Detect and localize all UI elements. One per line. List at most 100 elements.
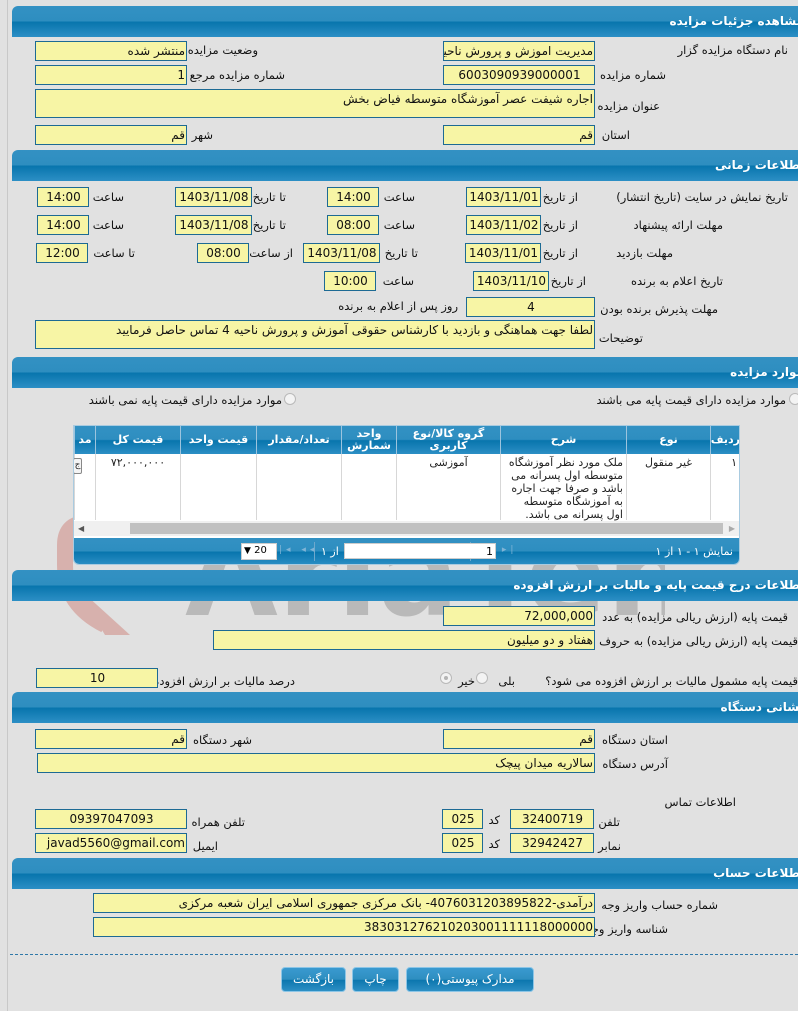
scroll-left-arrow-icon[interactable]: ◀ [78, 524, 84, 533]
publish-from-time-label: ساعت [383, 190, 415, 204]
auction-title-field[interactable]: اجاره شیفت عصر آموزشگاه متوسطه فیاض بخش [35, 89, 595, 118]
contact-info-label: اطلاعات تماس [664, 795, 736, 809]
publish-date-label: تاریخ نمایش در سایت (تاریخ انتشار) [616, 190, 788, 204]
announce-time-field[interactable]: 10:00 [324, 271, 376, 291]
accept-days-suffix: روز پس از اعلام به برنده [338, 299, 458, 313]
publish-from-date-field[interactable]: 1403/11/01 [466, 187, 541, 207]
phone-label: تلفن [598, 815, 620, 829]
col-header-quantity[interactable]: تعداد/مقدار [256, 426, 341, 454]
pager-of-label: از ۱ [321, 545, 339, 558]
col-header-unit-price[interactable]: قیمت واحد [180, 426, 256, 454]
city-label: شهر [191, 128, 213, 142]
cell-description: ملک مورد نظر آموزشگاه متوسطه اول پسرانه … [500, 454, 626, 521]
pager-page-input[interactable]: 1 [344, 543, 496, 559]
mobile-field[interactable]: 09397047093 [35, 809, 187, 829]
vat-no-radio[interactable] [440, 672, 452, 684]
org-city-label: شهر دستگاه [192, 733, 252, 747]
status-field[interactable]: منتشر شده [35, 41, 187, 61]
org-address-field[interactable]: سالاریه میدان پیچک [37, 753, 595, 773]
vat-yes-label: بلی [498, 674, 515, 688]
offer-to-time-field[interactable]: 14:00 [37, 215, 89, 235]
offer-deadline-label: مهلت ارائه پیشنهاد [633, 218, 723, 232]
section-header-details: مشاهده جزئیات مزایده [12, 6, 798, 37]
announce-date-field[interactable]: 1403/11/10 [473, 271, 549, 291]
ref-number-label: شماره مزایده مرجع [189, 68, 285, 82]
cell-unit-price [180, 454, 256, 520]
ref-number-field[interactable]: 1 [35, 65, 187, 85]
phone-field[interactable]: 32400719 [510, 809, 594, 829]
section-header-account: اطلاعات حساب [12, 858, 798, 889]
publish-to-time-field[interactable]: 14:00 [37, 187, 89, 207]
province-field[interactable]: قم [443, 125, 595, 145]
fax-code-label: کد [488, 837, 500, 851]
cell-quantity [256, 454, 341, 520]
fax-field[interactable]: 32942427 [510, 833, 594, 853]
visit-to-date-field[interactable]: 1403/11/08 [303, 243, 380, 263]
cell-unit [341, 454, 396, 520]
col-header-row[interactable]: ردیف [710, 426, 739, 454]
accept-days-field[interactable]: 4 [466, 297, 595, 317]
scroll-right-arrow-icon[interactable]: ▶ [729, 524, 735, 533]
attachments-button[interactable]: مدارک پیوستی(۰) [406, 967, 534, 992]
print-button[interactable]: چاپ [352, 967, 399, 992]
fax-label: نمابر [598, 839, 621, 853]
cell-total-price: ۷۲,۰۰۰,۰۰۰ [95, 454, 180, 520]
page-size-value: 20 [254, 545, 267, 556]
org-name-label: نام دستگاه مزایده گزار [677, 43, 788, 57]
notes-field[interactable]: لطفا جهت هماهنگی و بازدید با کارشناس حقو… [35, 320, 595, 349]
org-name-field[interactable]: مدیریت اموزش و پرورش ناحیه 4 [443, 41, 595, 61]
publish-to-date-field[interactable]: 1403/11/08 [175, 187, 252, 207]
base-price-words-field[interactable]: هفتاد و دو میلیون [213, 630, 595, 650]
offer-from-date-field[interactable]: 1403/11/02 [466, 215, 541, 235]
back-button[interactable]: بازگشت [281, 967, 346, 992]
pager-page-size-select[interactable]: ▼ 20 [241, 543, 277, 560]
city-field[interactable]: قم [35, 125, 187, 145]
cell-group: آموزشی [396, 454, 500, 520]
section-header-address: نشانی دستگاه [12, 692, 798, 723]
offer-from-time-label: ساعت [383, 218, 415, 232]
offer-to-date-field[interactable]: 1403/11/08 [175, 215, 252, 235]
publish-from-label: از تاریخ [542, 190, 578, 204]
col-header-group[interactable]: گروه کالا/نوع کاربری [396, 426, 500, 454]
col-header-description[interactable]: شرح [500, 426, 626, 454]
org-province-label: استان دستگاه [601, 733, 668, 747]
pager-prev-last-icons[interactable]: |◂ ◂◂ [279, 545, 318, 555]
radio-with-base-price[interactable] [789, 393, 798, 405]
col-header-unit[interactable]: واحد شمارش [341, 426, 396, 454]
visit-to-label: تا تاریخ [384, 246, 418, 260]
pager-display-count: نمایش ۱ - ۱ از ۱ [655, 545, 733, 558]
radio-without-base-price[interactable] [284, 393, 296, 405]
payment-id-field[interactable]: 383031276210203001111118000000 [93, 917, 595, 937]
announce-time-label: ساعت [382, 274, 414, 288]
col-header-type[interactable]: نوع [626, 426, 710, 454]
email-label: ایمیل [192, 839, 218, 853]
visit-from-label: از تاریخ [542, 246, 578, 260]
org-province-field[interactable]: قم [443, 729, 595, 749]
col-header-action[interactable]: مد [74, 426, 95, 454]
vat-yes-radio[interactable] [476, 672, 488, 684]
announce-from-label: از تاریخ [550, 274, 586, 288]
publish-from-time-field[interactable]: 14:00 [327, 187, 379, 207]
col-header-total-price[interactable]: قیمت کل [95, 426, 180, 454]
fax-code-field[interactable]: 025 [442, 833, 483, 853]
accept-deadline-label: مهلت پذیرش برنده بودن [600, 302, 718, 316]
payment-id-label: شناسه واریز وجه [585, 922, 668, 936]
offer-from-time-field[interactable]: 08:00 [327, 215, 379, 235]
phone-code-field[interactable]: 025 [442, 809, 483, 829]
horizontal-scrollbar[interactable]: ◀ ▶ [74, 521, 739, 536]
visit-from-time-field[interactable]: 08:00 [197, 243, 249, 263]
auction-number-field[interactable]: 6003090939000001 [443, 65, 595, 85]
base-price-number-field[interactable]: 72,000,000 [443, 606, 595, 626]
visit-to-time-field[interactable]: 12:00 [36, 243, 88, 263]
visit-from-date-field[interactable]: 1403/11/01 [465, 243, 541, 263]
base-price-number-label: قیمت پایه (ارزش ریالی مزایده) به عدد [602, 610, 788, 624]
mobile-label: تلفن همراه [191, 815, 245, 829]
scrollbar-thumb[interactable] [130, 523, 723, 534]
org-city-field[interactable]: قم [35, 729, 187, 749]
items-grid: ردیف نوع شرح گروه کالا/نوع کاربری واحد ش… [73, 425, 740, 565]
chevron-down-icon: ▼ [244, 546, 251, 556]
vat-percent-field[interactable]: 10 [36, 668, 158, 688]
email-field[interactable]: javad5560@gmail.com [35, 833, 187, 853]
account-number-field[interactable]: درآمدی-4076031203895822- بانک مرکزی جمهو… [93, 893, 595, 913]
cell-action-button[interactable]: ج [74, 458, 82, 474]
